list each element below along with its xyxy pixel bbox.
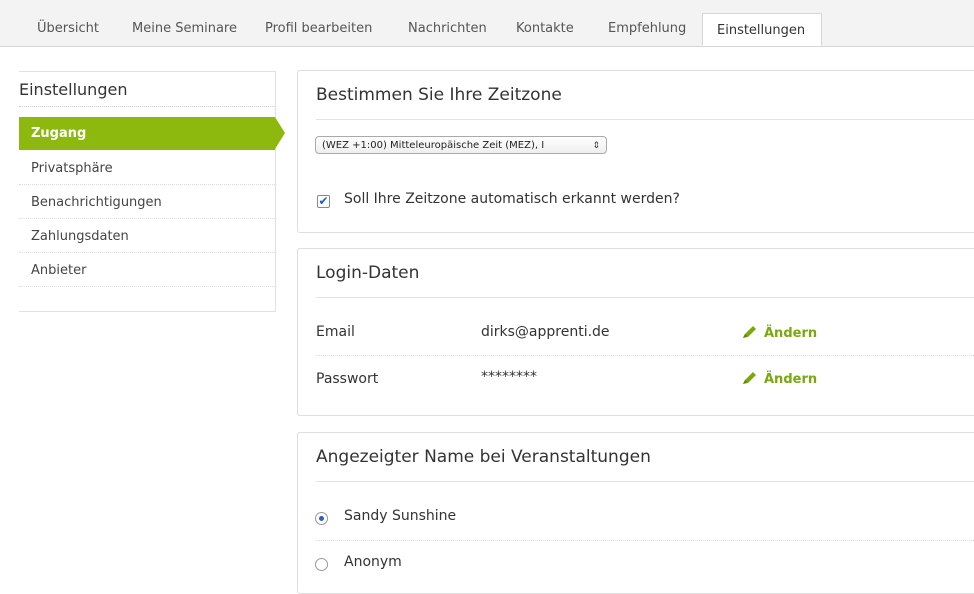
tab-nachrichten[interactable]: Nachrichten xyxy=(408,12,487,46)
tab-uebersicht[interactable]: Übersicht xyxy=(37,12,99,46)
divider xyxy=(316,481,974,482)
radio-anonym[interactable] xyxy=(315,558,328,571)
tab-profil-bearbeiten[interactable]: Profil bearbeiten xyxy=(265,12,372,46)
radio-sandy-sunshine[interactable] xyxy=(315,512,328,525)
radio-sandy-sunshine-label: Sandy Sunshine xyxy=(344,508,457,524)
divider xyxy=(316,119,974,120)
timezone-select[interactable]: (WEZ +1:00) Mitteleuropäische Zeit (MEZ)… xyxy=(315,136,607,154)
top-nav-tabs: Übersicht Meine Seminare Profil bearbeit… xyxy=(0,0,974,47)
tab-empfehlung[interactable]: Empfehlung xyxy=(608,12,686,46)
login-title: Login-Daten xyxy=(316,263,420,283)
tab-meine-seminare[interactable]: Meine Seminare xyxy=(132,12,237,46)
display-name-title: Angezeigter Name bei Veranstaltungen xyxy=(316,447,651,467)
radio-anonym-label: Anonym xyxy=(344,554,402,570)
sidebar-item-zahlungsdaten[interactable]: Zahlungsdaten xyxy=(19,220,275,253)
sidebar-item-label: Benachrichtigungen xyxy=(31,195,162,210)
active-arrow-icon xyxy=(275,117,285,149)
tab-einstellungen[interactable]: Einstellungen xyxy=(702,13,822,46)
timezone-panel: Bestimmen Sie Ihre Zeitzone (WEZ +1:00) … xyxy=(297,70,974,233)
sidebar-item-anbieter[interactable]: Anbieter xyxy=(19,254,275,287)
divider xyxy=(19,106,275,107)
pencil-icon xyxy=(743,372,756,384)
password-change-label: Ändern xyxy=(764,372,818,387)
tab-kontakte[interactable]: Kontakte xyxy=(516,12,574,46)
display-name-panel: Angezeigter Name bei Veranstaltungen San… xyxy=(297,432,974,594)
password-label: Passwort xyxy=(316,371,379,387)
divider xyxy=(316,297,974,298)
sidebar-item-label: Zugang xyxy=(31,126,87,141)
password-value: ******** xyxy=(481,369,537,385)
email-change-label: Ändern xyxy=(764,326,818,341)
email-label: Email xyxy=(316,324,355,340)
sidebar-item-zugang[interactable]: Zugang xyxy=(19,117,285,150)
timezone-select-value: (WEZ +1:00) Mitteleuropäische Zeit (MEZ)… xyxy=(322,140,545,151)
auto-timezone-checkbox[interactable]: ✔ xyxy=(317,195,330,208)
sidebar-item-label: Anbieter xyxy=(31,263,87,278)
sidebar-item-label: Zahlungsdaten xyxy=(31,229,129,244)
pencil-icon xyxy=(743,326,756,338)
divider xyxy=(316,355,974,356)
timezone-title: Bestimmen Sie Ihre Zeitzone xyxy=(316,85,562,105)
email-change-link[interactable]: Ändern xyxy=(742,325,817,341)
password-change-link[interactable]: Ändern xyxy=(742,371,817,387)
sidebar-item-label: Privatsphäre xyxy=(31,161,113,176)
sidebar-title: Einstellungen xyxy=(19,80,128,99)
email-value: dirks@apprenti.de xyxy=(481,324,610,340)
login-panel: Login-Daten Email dirks@apprenti.de Ände… xyxy=(297,248,974,416)
settings-sidebar: Einstellungen Zugang Privatsphäre Benach… xyxy=(19,71,285,312)
select-arrows-icon: ⇕ xyxy=(592,141,600,151)
divider xyxy=(316,540,974,541)
auto-timezone-label: Soll Ihre Zeitzone automatisch erkannt w… xyxy=(344,191,680,207)
sidebar-item-privatsphaere[interactable]: Privatsphäre xyxy=(19,152,275,185)
sidebar-item-benachrichtigungen[interactable]: Benachrichtigungen xyxy=(19,186,275,219)
